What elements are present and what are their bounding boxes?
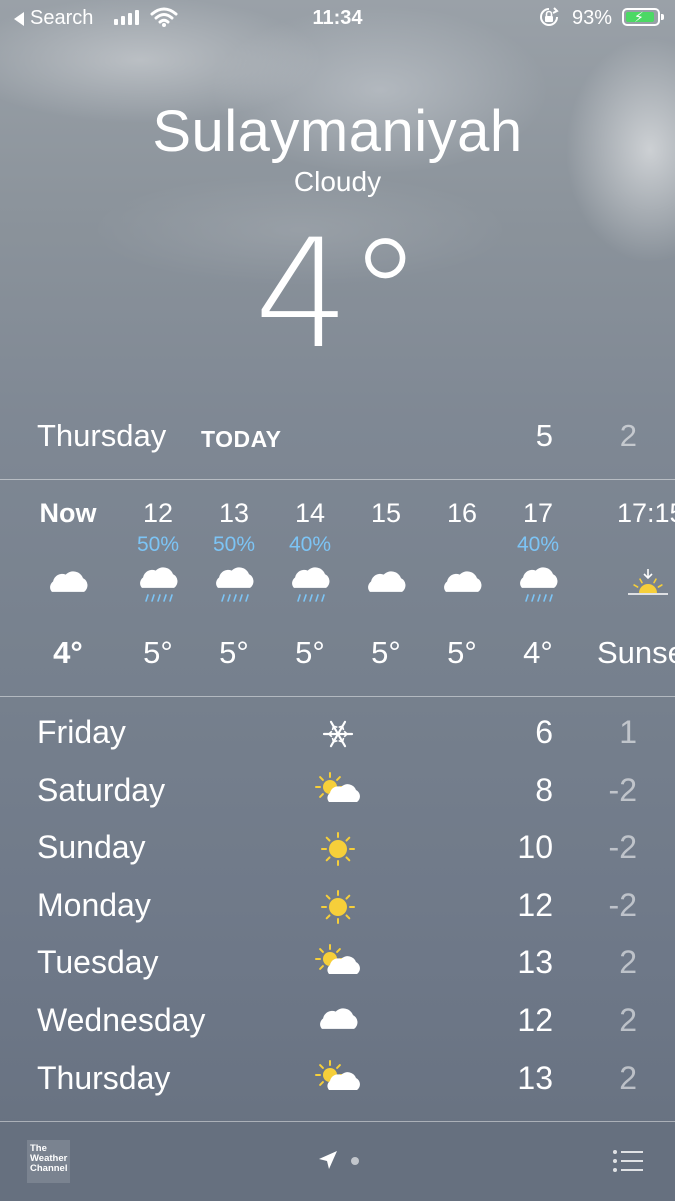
- hourly-precip-chance: 50%: [136, 533, 180, 556]
- today-label: TODAY: [201, 426, 282, 452]
- daily-row: Sunday 10 -2: [0, 819, 675, 876]
- hourly-temperature: 5°: [447, 635, 477, 670]
- hourly-time: 13: [218, 498, 250, 528]
- hourly-time: 12: [142, 498, 174, 528]
- rain-cloud-icon: [290, 565, 330, 605]
- snowflake-icon: [315, 714, 361, 754]
- charging-bolt-icon: ⚡: [634, 9, 644, 25]
- cloud-icon: [48, 565, 88, 605]
- daily-low: 2: [619, 944, 637, 981]
- daily-high: 8: [535, 771, 553, 808]
- hourly-temperature: 4°: [53, 635, 83, 670]
- hourly-forecast-strip[interactable]: Now 4° 12 50% 5° 13 50% 5° 14 40% 5° 15 …: [0, 480, 675, 696]
- daily-row: Wednesday 12 2: [0, 992, 675, 1049]
- battery-percentage: 93%: [572, 7, 613, 29]
- daily-high: 10: [517, 829, 553, 866]
- hourly-time: Now: [39, 498, 97, 528]
- sun-icon: [315, 829, 361, 869]
- daily-row: Tuesday 13 2: [0, 934, 675, 991]
- partly-cloudy-icon: [315, 1059, 361, 1100]
- city-list-icon[interactable]: [612, 1148, 644, 1174]
- hourly-temperature: 4°: [523, 635, 553, 670]
- current-temperature: 4°: [254, 208, 422, 382]
- daily-day: Sunday: [37, 829, 146, 866]
- rain-cloud-icon: [138, 565, 178, 605]
- daily-high: 6: [535, 714, 553, 750]
- hourly-time: 17:15: [617, 498, 675, 528]
- current-condition: Cloudy: [293, 166, 382, 197]
- hourly-temperature: 5°: [219, 635, 249, 670]
- divider: [0, 696, 675, 697]
- hourly-temperature: 5°: [371, 635, 401, 670]
- status-bar: Search 11:34 93% ⚡: [0, 0, 675, 38]
- daily-low: -2: [608, 771, 637, 808]
- daily-low: -2: [608, 886, 637, 923]
- hourly-time: 16: [446, 498, 478, 528]
- cloud-icon: [315, 1002, 361, 1042]
- battery-icon: ⚡: [622, 8, 664, 26]
- daily-high: 13: [517, 1059, 553, 1096]
- daily-row: Saturday 8 -2: [0, 762, 675, 819]
- daily-day: Tuesday: [37, 944, 159, 981]
- hourly-precip-chance: 50%: [212, 533, 256, 556]
- today-day: Thursday: [37, 418, 167, 453]
- cloud-icon: [442, 565, 482, 605]
- today-summary-row: Thursday TODAY 5 2: [0, 418, 675, 458]
- sun-icon: [315, 887, 361, 927]
- hourly-precip-chance: 40%: [288, 533, 332, 556]
- daily-day: Monday: [37, 886, 151, 923]
- daily-low: 2: [619, 1002, 637, 1038]
- daily-high: 13: [517, 944, 553, 981]
- bottom-toolbar: The Weather Channel: [0, 1121, 675, 1201]
- daily-high: 12: [517, 1002, 553, 1038]
- hourly-time: 17: [522, 498, 554, 528]
- daily-row: Thursday 13 2: [0, 1050, 675, 1107]
- orientation-lock-icon: [540, 7, 559, 26]
- daily-row: Friday 6 1: [0, 704, 675, 761]
- daily-high: 12: [517, 886, 553, 923]
- daily-day: Thursday: [37, 1059, 171, 1096]
- hourly-time: 15: [370, 498, 402, 528]
- hourly-precip-chance: 40%: [516, 533, 560, 556]
- cloud-icon: [366, 565, 406, 605]
- daily-low: -2: [608, 829, 637, 866]
- daily-low: 1: [619, 714, 637, 750]
- today-low: 2: [619, 418, 637, 453]
- rain-cloud-icon: [214, 565, 254, 605]
- city-name: Sulaymaniyah: [152, 99, 523, 164]
- page-indicator-dot[interactable]: [351, 1157, 359, 1165]
- daily-day: Wednesday: [37, 1002, 206, 1038]
- partly-cloudy-icon: [315, 771, 361, 812]
- sunset-icon: [628, 565, 668, 605]
- logo-line: Channel: [30, 1163, 68, 1174]
- daily-day: Saturday: [37, 771, 166, 808]
- weather-channel-logo[interactable]: The Weather Channel: [27, 1140, 70, 1183]
- location-arrow-icon[interactable]: [317, 1149, 339, 1171]
- today-high: 5: [535, 418, 553, 453]
- hourly-temperature: Sunset: [597, 635, 675, 670]
- partly-cloudy-icon: [315, 944, 361, 984]
- hourly-temperature: 5°: [143, 635, 173, 670]
- rain-cloud-icon: [518, 565, 558, 605]
- daily-row: Monday 12 -2: [0, 877, 675, 934]
- hourly-time: 14: [294, 498, 326, 528]
- hourly-temperature: 5°: [295, 635, 325, 670]
- daily-low: 2: [619, 1059, 637, 1096]
- daily-day: Friday: [37, 714, 126, 750]
